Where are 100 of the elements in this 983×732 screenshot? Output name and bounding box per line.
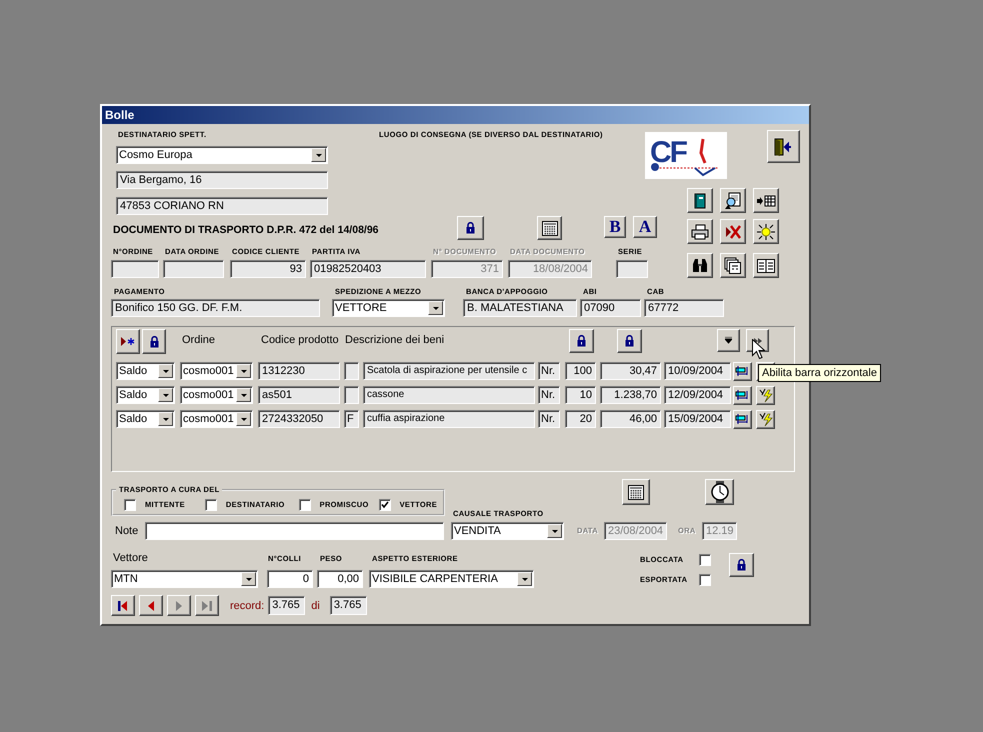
order-dropdown[interactable]: cosmo001	[180, 410, 253, 428]
packages-field[interactable]: 0	[267, 570, 313, 588]
toolbar-button[interactable]	[720, 219, 746, 244]
text-field[interactable]	[344, 386, 359, 404]
order-dropdown[interactable]: cosmo001	[180, 362, 253, 380]
checkbox[interactable]	[699, 574, 711, 586]
navigation-button[interactable]	[139, 595, 163, 616]
shipping-dropdown[interactable]: VETTORE	[332, 299, 445, 317]
address-field[interactable]: Via Bergamo, 16	[116, 171, 328, 189]
dropdown-button[interactable]	[158, 364, 173, 378]
text-field[interactable]: 46,00	[600, 410, 661, 428]
text-field[interactable]: 30,47	[600, 362, 661, 380]
checkbox[interactable]	[699, 554, 711, 566]
dropdown-button[interactable]	[158, 412, 173, 426]
text-field[interactable]: 20	[565, 410, 596, 428]
text-field[interactable]: Bonifico 150 GG. DF. F.M.	[111, 299, 320, 317]
text-field[interactable]: B. MALATESTIANA	[463, 299, 577, 317]
checkbox[interactable]	[204, 498, 217, 510]
toolbar-button[interactable]	[687, 188, 713, 213]
order-dropdown[interactable]: cosmo001	[180, 386, 253, 404]
type-dropdown[interactable]: Saldo	[116, 386, 175, 404]
appearance-dropdown[interactable]: VISIBILE CARPENTERIA	[369, 570, 534, 588]
type-dropdown[interactable]: Saldo	[116, 410, 175, 428]
text-field[interactable]: F	[344, 410, 359, 428]
text-field[interactable]	[163, 260, 224, 278]
text-field[interactable]	[616, 260, 648, 278]
calendar-button[interactable]	[537, 216, 562, 240]
checkbox[interactable]	[378, 498, 391, 510]
type-dropdown[interactable]: Saldo	[116, 362, 175, 380]
text-field[interactable]: 07090	[580, 299, 641, 317]
dropdown-button[interactable]	[547, 524, 562, 538]
text-field[interactable]: 67772	[644, 299, 724, 317]
lock-button[interactable]	[457, 216, 484, 240]
text-field[interactable]: Scatola di aspirazione per utensile c	[363, 362, 535, 380]
checkbox[interactable]	[298, 498, 311, 510]
printer-icon	[691, 224, 709, 240]
toolbar-button[interactable]	[753, 219, 779, 244]
text-field[interactable]: 12/09/2004	[664, 386, 731, 404]
dropdown-button[interactable]	[241, 572, 256, 586]
checkbox[interactable]	[124, 498, 136, 510]
text-field[interactable]: 10/09/2004	[664, 362, 731, 380]
text-field[interactable]: Nr.	[538, 362, 560, 380]
exit-button[interactable]	[767, 130, 800, 163]
lock-button[interactable]	[142, 329, 166, 354]
text-field[interactable]: cuffia aspirazione	[363, 410, 535, 428]
toolbar-button[interactable]	[720, 188, 746, 213]
calendar-button[interactable]	[622, 479, 650, 505]
record-field[interactable]: 3.765	[268, 596, 306, 615]
dropdown-button[interactable]	[236, 412, 251, 426]
text-field[interactable]: 10	[565, 386, 596, 404]
toolbar-button[interactable]	[687, 219, 713, 244]
dropdown-button[interactable]	[517, 572, 532, 586]
format-button[interactable]: A	[633, 216, 657, 238]
scroll-button[interactable]	[717, 329, 740, 352]
text-field[interactable]	[111, 260, 159, 278]
document-magnifier-icon	[724, 192, 742, 210]
toolbar-button[interactable]	[687, 253, 713, 278]
lock-button[interactable]	[569, 329, 594, 353]
stacked-forms-icon	[724, 256, 742, 274]
toolbar-button[interactable]	[720, 253, 746, 278]
dropdown-button[interactable]	[236, 364, 251, 378]
lock-button[interactable]	[617, 329, 642, 353]
text-field[interactable]: cassone	[363, 386, 535, 404]
weight-field[interactable]: 0,00	[317, 570, 363, 588]
row-button[interactable]	[733, 410, 752, 428]
text-field[interactable]: Nr.	[538, 410, 560, 428]
text-field[interactable]: 2724332050	[258, 410, 340, 428]
text-field[interactable]: 1.238,70	[600, 386, 661, 404]
text-field[interactable]: Nr.	[538, 386, 560, 404]
row-button[interactable]	[756, 410, 775, 428]
record-total-field[interactable]: 3.765	[330, 596, 367, 615]
dropdown-button[interactable]	[311, 148, 326, 162]
dropdown-button[interactable]	[158, 388, 173, 402]
light-burst-icon	[756, 222, 776, 240]
row-button[interactable]	[733, 386, 752, 404]
toolbar-button[interactable]	[753, 188, 779, 213]
document-title: DOCUMENTO DI TRASPORTO D.P.R. 472 del 14/08/96	[113, 223, 380, 238]
toolbar-button[interactable]	[753, 253, 779, 278]
dropdown-button[interactable]	[428, 301, 443, 315]
text-field[interactable]	[344, 362, 359, 380]
text-field[interactable]: 15/09/2004	[664, 410, 731, 428]
row-button[interactable]	[756, 386, 775, 404]
new-record-button[interactable]	[116, 329, 140, 354]
text-field[interactable]: 1312230	[258, 362, 340, 380]
carrier-dropdown[interactable]: MTN	[111, 570, 258, 588]
note-field[interactable]	[145, 522, 444, 540]
text-field[interactable]: 93	[230, 260, 306, 278]
recipient-dropdown[interactable]: Cosmo Europa	[116, 146, 328, 164]
binoculars-icon	[691, 258, 709, 274]
navigation-button[interactable]	[111, 595, 135, 616]
lock-button[interactable]	[729, 553, 754, 577]
dropdown-button[interactable]	[236, 388, 251, 402]
clock-button[interactable]	[705, 479, 734, 505]
text-field[interactable]: 100	[565, 362, 596, 380]
text-field[interactable]: 01982520403	[310, 260, 426, 278]
text-field[interactable]: as501	[258, 386, 340, 404]
city-field[interactable]: 47853 CORIANO RN	[116, 197, 328, 215]
row-button[interactable]	[733, 362, 752, 380]
format-button[interactable]: B	[604, 216, 626, 238]
reason-dropdown[interactable]: VENDITA	[451, 522, 564, 540]
